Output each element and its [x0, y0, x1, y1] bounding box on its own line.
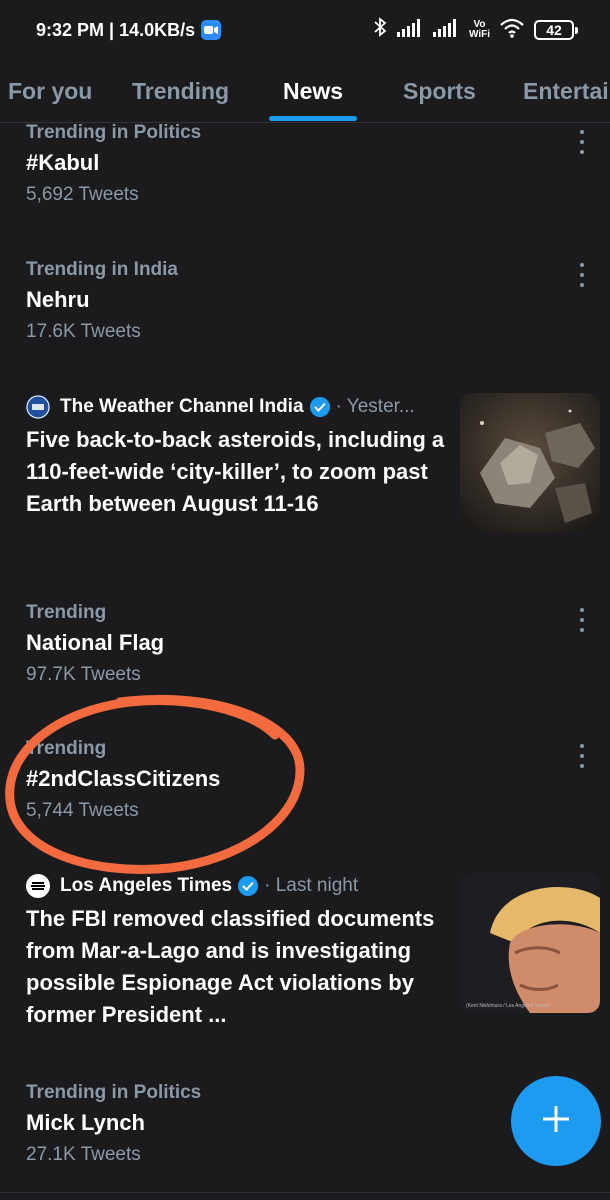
- source-name[interactable]: The Weather Channel India: [60, 392, 304, 422]
- status-left: 9:32 PM | 14.0KB/s: [36, 19, 222, 41]
- trend-count: 17.6K Tweets: [26, 321, 141, 342]
- verified-badge-icon: [309, 397, 330, 417]
- trend-item-nehru[interactable]: Trending in India Nehru 17.6K Tweets: [26, 257, 586, 347]
- tab-entertainment[interactable]: Entertai: [523, 60, 609, 122]
- news-time: · Yester...: [335, 396, 415, 417]
- signal-icon: [396, 18, 423, 42]
- tab-sports[interactable]: Sports: [403, 60, 476, 122]
- bluetooth-icon: [373, 17, 387, 43]
- trend-count: 27.1K Tweets: [26, 1144, 141, 1165]
- trend-topic: #Kabul: [26, 150, 100, 175]
- explore-tabs: For you Trending News Sports Entertai: [0, 60, 610, 123]
- asteroid-image[interactable]: [460, 393, 600, 533]
- trend-context: Trending in India: [26, 259, 178, 280]
- vowifi-bottom: WiFi: [468, 29, 490, 40]
- trump-photo[interactable]: (Kent Nishimura / Los Angeles Times): [460, 873, 600, 1013]
- source-avatar[interactable]: [26, 874, 50, 898]
- vowifi-indicator: Vo WiFi: [469, 20, 490, 40]
- trend-item-2ndclasscitizens[interactable]: Trending #2ndClassCitizens 5,744 Tweets: [26, 736, 586, 826]
- trend-topic: #2ndClassCitizens: [26, 766, 221, 791]
- more-icon[interactable]: [578, 608, 586, 632]
- more-icon[interactable]: [578, 130, 586, 154]
- photo-credit: (Kent Nishimura / Los Angeles Times): [466, 1003, 550, 1009]
- news-headline: The FBI removed classified documents fro…: [26, 906, 435, 1027]
- source-name[interactable]: Los Angeles Times: [60, 871, 232, 901]
- trend-context: Trending: [26, 602, 107, 623]
- trend-item-kabul[interactable]: Trending in Politics #Kabul 5,692 Tweets: [26, 120, 586, 210]
- news-item-asteroids[interactable]: The Weather Channel India · Yester... Fi…: [26, 392, 446, 520]
- verified-badge-icon: [238, 876, 259, 896]
- tab-for-you[interactable]: For you: [8, 60, 92, 122]
- status-bar: 9:32 PM | 14.0KB/s Vo WiFi 42: [0, 0, 610, 60]
- trend-context: Trending: [26, 738, 107, 759]
- tab-trending[interactable]: Trending: [132, 60, 229, 122]
- trend-item-mick-lynch[interactable]: Trending in Politics Mick Lynch 27.1K Tw…: [26, 1080, 586, 1170]
- news-source-row: The Weather Channel India · Yester...: [26, 392, 446, 422]
- tab-news[interactable]: News: [283, 60, 343, 122]
- source-avatar[interactable]: [26, 395, 50, 419]
- more-icon[interactable]: [578, 263, 586, 287]
- trend-topic: National Flag: [26, 630, 165, 655]
- news-time: · Last night: [264, 875, 359, 896]
- wifi-icon: [500, 18, 524, 43]
- trend-context: Trending in Politics: [26, 1082, 202, 1103]
- news-headline: Five back-to-back asteroids, including a…: [26, 427, 445, 516]
- news-item-fbi[interactable]: Los Angeles Times · Last night The FBI r…: [26, 871, 446, 1031]
- trend-context: Trending in Politics: [26, 122, 202, 143]
- time-and-speed: 9:32 PM | 14.0KB/s: [36, 19, 196, 40]
- bottom-divider: [0, 1192, 610, 1193]
- trend-count: 5,744 Tweets: [26, 800, 139, 821]
- battery-indicator: 42: [534, 20, 578, 40]
- zoom-app-icon: [201, 20, 222, 40]
- trend-topic: Nehru: [26, 287, 90, 312]
- trend-item-national-flag[interactable]: Trending National Flag 97.7K Tweets: [26, 600, 586, 690]
- trend-topic: Mick Lynch: [26, 1110, 145, 1135]
- plus-icon: [541, 1104, 571, 1139]
- trend-count: 5,692 Tweets: [26, 184, 139, 205]
- signal-icon-2: [432, 18, 459, 42]
- more-icon[interactable]: [578, 744, 586, 768]
- news-source-row: Los Angeles Times · Last night: [26, 871, 446, 901]
- trend-count: 97.7K Tweets: [26, 664, 141, 685]
- compose-tweet-button[interactable]: [511, 1076, 601, 1166]
- status-right: Vo WiFi 42: [373, 17, 578, 43]
